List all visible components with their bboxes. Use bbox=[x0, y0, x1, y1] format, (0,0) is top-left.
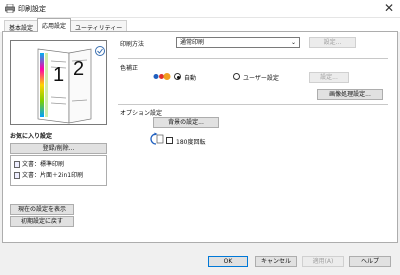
list-item[interactable]: 文書：標準印刷 bbox=[14, 159, 64, 168]
divider bbox=[118, 104, 388, 105]
rotate-180-checkbox[interactable] bbox=[166, 137, 173, 144]
rotate-180-label: 180度回転 bbox=[176, 139, 206, 146]
image-processing-settings-button[interactable]: 画像処理設定... bbox=[317, 89, 383, 100]
divider bbox=[118, 58, 388, 59]
color-dots-icon bbox=[153, 73, 171, 80]
color-settings-button[interactable]: 設定... bbox=[309, 72, 349, 83]
print-preview: 1 2 bbox=[10, 40, 107, 125]
document-icon bbox=[14, 161, 20, 168]
title-bar: 印刷設定 ✕ bbox=[0, 0, 400, 18]
color-user-radio[interactable] bbox=[233, 73, 240, 80]
preview-page-2-number: 2 bbox=[73, 58, 85, 80]
apply-button[interactable]: 適用(A) bbox=[302, 256, 344, 267]
close-icon[interactable]: ✕ bbox=[384, 2, 394, 14]
color-auto-label: 自動 bbox=[184, 75, 197, 82]
print-method-label: 印刷方法 bbox=[120, 41, 145, 48]
printer-icon bbox=[5, 4, 15, 13]
favorites-heading: お気に入り設定 bbox=[10, 133, 53, 140]
list-item-label: 文書：片面＋2in1印刷 bbox=[22, 172, 84, 179]
document-icon bbox=[14, 172, 20, 179]
color-correction-label: 色補正 bbox=[120, 65, 139, 72]
chevron-down-icon: ⌄ bbox=[290, 39, 296, 46]
favorites-list: 文書：標準印刷 文書：片面＋2in1印刷 bbox=[10, 155, 107, 186]
register-delete-button[interactable]: 登録/削除... bbox=[10, 143, 107, 154]
cancel-button[interactable]: キャンセル bbox=[255, 256, 297, 267]
reset-defaults-button[interactable]: 初期設定に戻す bbox=[10, 216, 74, 227]
list-item-label: 文書：標準印刷 bbox=[22, 161, 65, 168]
print-method-select[interactable]: 通常印刷 ⌄ bbox=[176, 37, 300, 48]
preview-page-1-number: 1 bbox=[53, 64, 65, 86]
list-item[interactable]: 文書：片面＋2in1印刷 bbox=[14, 170, 83, 179]
tab-advanced-settings[interactable]: 応用設定 bbox=[37, 18, 72, 32]
background-settings-button[interactable]: 背景の設定... bbox=[153, 117, 219, 128]
print-method-settings-button[interactable]: 設定... bbox=[309, 37, 356, 48]
window-title: 印刷設定 bbox=[18, 5, 46, 13]
print-method-value: 通常印刷 bbox=[180, 39, 205, 46]
color-user-label: ユーザー設定 bbox=[243, 75, 279, 82]
ok-button[interactable]: OK bbox=[208, 256, 248, 267]
options-label: オプション設定 bbox=[120, 110, 163, 117]
tab-bar: 基本設定 応用設定 ユーティリティー bbox=[0, 18, 400, 32]
color-auto-radio[interactable] bbox=[174, 73, 181, 80]
help-button[interactable]: ヘルプ bbox=[349, 256, 391, 267]
show-current-settings-button[interactable]: 現在の設定を表示 bbox=[10, 204, 74, 215]
rotate-icon bbox=[150, 132, 164, 145]
